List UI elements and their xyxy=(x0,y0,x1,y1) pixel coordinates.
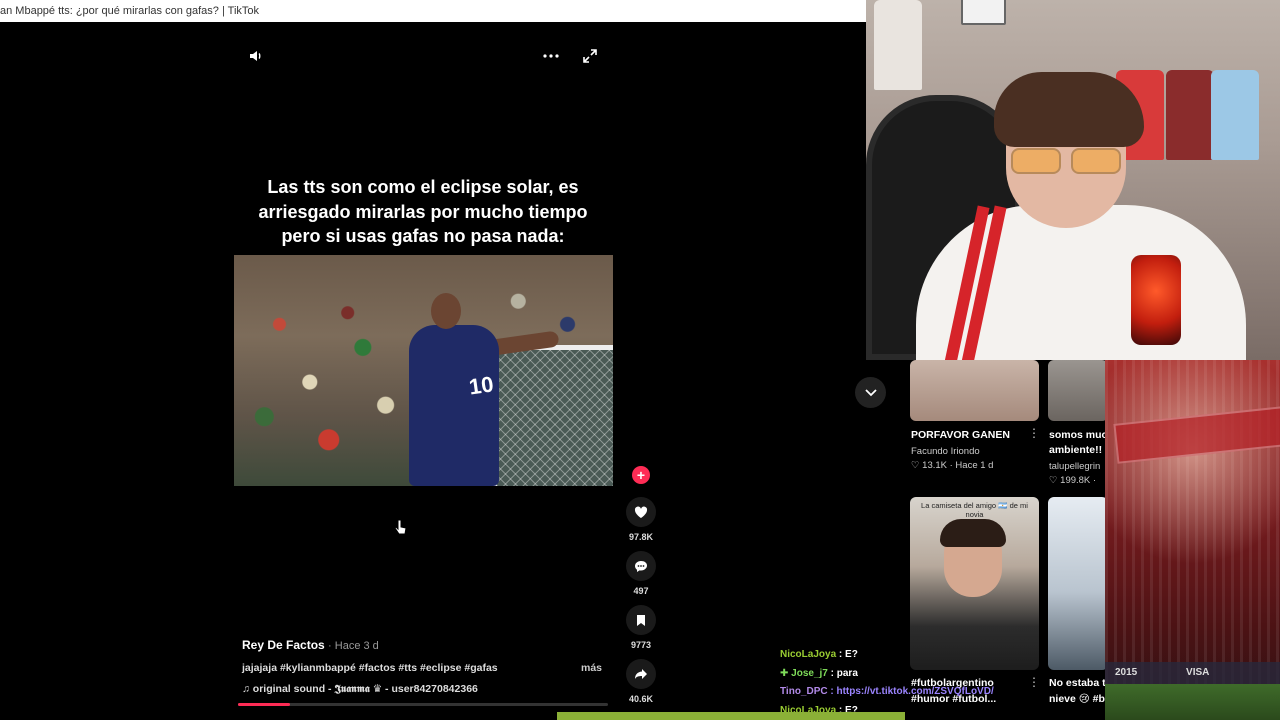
more-options-icon[interactable] xyxy=(540,46,562,66)
window-title: an Mbappé tts: ¿por qué mirarlas con gaf… xyxy=(0,5,260,17)
comment-icon xyxy=(626,551,656,581)
rec-title[interactable]: PORFAVOR GANEN xyxy=(911,429,1010,441)
rec-thumbnail[interactable] xyxy=(910,360,1039,421)
rec-thumbnail[interactable] xyxy=(1048,360,1105,421)
jersey-number: 10 xyxy=(467,371,496,400)
chevron-down-icon xyxy=(864,388,877,396)
rec-thumbnail[interactable] xyxy=(1048,497,1105,670)
music-note-icon: ♫ xyxy=(242,683,253,695)
share-icon xyxy=(626,659,656,689)
save-button[interactable]: 9773 xyxy=(626,605,656,650)
bookmark-icon xyxy=(626,605,656,635)
rec-stats: ♡ 13.1K · Hace 1 d xyxy=(911,460,994,471)
post-description[interactable]: jajajaja #kylianmbappé #factos #tts #ecl… xyxy=(242,662,498,674)
caption-line-1: Las tts son como el eclipse solar, es xyxy=(267,177,579,197)
bottom-overlay-strip xyxy=(557,712,905,720)
fullscreen-icon[interactable] xyxy=(580,46,600,66)
ad-year: 2015 xyxy=(1115,667,1138,678)
video-player[interactable]: Las tts son como el eclipse solar, es ar… xyxy=(0,22,866,720)
rec-user[interactable]: Facundo Iriondo xyxy=(911,446,980,457)
chat-message: ✚ Jose_j7 : para xyxy=(780,665,1080,684)
rec-title[interactable]: somos muc xyxy=(1049,429,1105,441)
scroll-down-button[interactable] xyxy=(855,377,886,408)
chat-username: Jose_j7 xyxy=(791,667,828,679)
heart-icon xyxy=(626,497,656,527)
rec-user[interactable]: talupellegrin xyxy=(1049,461,1100,472)
post-author-line: Rey De Factos · Hace 3 d xyxy=(242,638,379,652)
follow-button[interactable]: + xyxy=(626,466,656,484)
ad-brand: VISA xyxy=(1186,667,1210,678)
like-count: 97.8K xyxy=(628,532,654,542)
screen: an Mbappé tts: ¿por qué mirarlas con gaf… xyxy=(0,0,1280,720)
stadium-background-image: 2015 VISA xyxy=(1105,360,1280,720)
chat-username: NicoLaJoya xyxy=(780,649,837,660)
more-link[interactable]: más xyxy=(581,662,602,674)
sound-name: original sound - 𝕵𝖚𝖆𝖓𝖒𝖆 ♛ - user84270842… xyxy=(252,683,478,695)
chat-text: : para xyxy=(827,667,858,679)
rec-thumbnail[interactable]: La camiseta del amigo 🇦🇷 de mi novia xyxy=(910,497,1039,670)
chat-message: Tino_DPC : https://vt.tiktok.com/ZSVQfLo… xyxy=(780,683,1080,702)
share-count: 40.6K xyxy=(628,694,654,704)
stream-chat: NicoLaJoya : E? ✚ Jose_j7 : para Tino_DP… xyxy=(780,646,1080,720)
volume-icon[interactable] xyxy=(246,46,266,66)
video-frame[interactable]: 10 xyxy=(234,255,613,486)
video-progress-bar[interactable] xyxy=(238,703,608,706)
rec-overlay-text: La camiseta del amigo 🇦🇷 de mi novia xyxy=(921,501,1028,519)
post-time: · Hace 3 d xyxy=(328,640,379,652)
chat-username: Tino_DPC xyxy=(780,686,828,697)
share-button[interactable]: 40.6K xyxy=(626,659,656,704)
sound-line[interactable]: ♫ original sound - 𝕵𝖚𝖆𝖓𝖒𝖆 ♛ - user842708… xyxy=(242,683,478,696)
caption-line-2: arriesgado mirarlas por mucho tiempo xyxy=(258,201,588,222)
author-name[interactable]: Rey De Factos xyxy=(242,638,325,652)
save-count: 9773 xyxy=(630,640,652,650)
video-caption: Las tts son como el eclipse solar, es ar… xyxy=(234,175,612,249)
chat-text: : E? xyxy=(836,649,858,660)
more-options-icon[interactable]: ⋮ xyxy=(1028,426,1040,440)
football-player-image: 10 xyxy=(409,293,560,486)
webcam-overlay xyxy=(866,0,1280,360)
like-button[interactable]: 97.8K xyxy=(626,497,656,542)
chat-badge-icon: ✚ xyxy=(780,667,789,679)
comment-button[interactable]: 497 xyxy=(626,551,656,596)
rec-subtitle[interactable]: ambiente!! xyxy=(1049,444,1102,456)
chat-message: NicoLaJoya : E? xyxy=(780,646,1080,665)
stadium-ad-board: 2015 VISA xyxy=(1105,662,1280,684)
comment-count: 497 xyxy=(633,586,649,596)
window-title-bar: an Mbappé tts: ¿por qué mirarlas con gaf… xyxy=(0,0,866,22)
progress-fill xyxy=(238,703,290,706)
rec-stats: ♡ 199.8K · xyxy=(1049,475,1097,486)
chat-link[interactable]: : https://vt.tiktok.com/ZSVQfLoVD/ xyxy=(828,686,993,697)
caption-line-3: pero si usas gafas no pasa nada: xyxy=(281,226,565,246)
goal-net-image xyxy=(493,345,613,486)
plus-icon: + xyxy=(632,466,650,484)
mouse-cursor-icon xyxy=(394,519,408,542)
